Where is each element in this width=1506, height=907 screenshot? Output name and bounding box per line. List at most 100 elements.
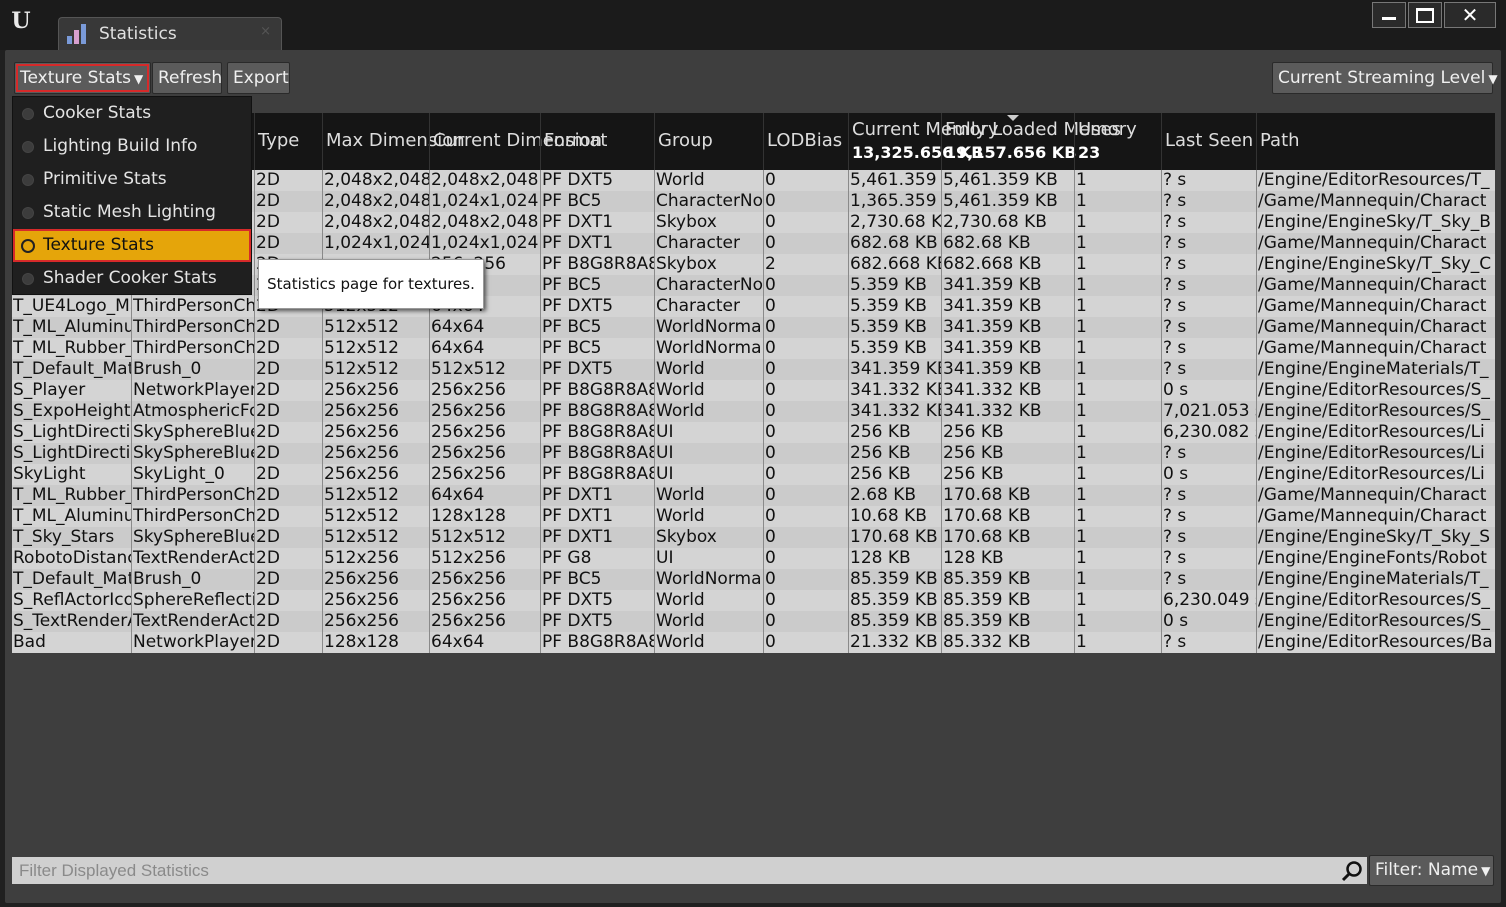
table-row[interactable]: S_TextRenderActorTextRenderActor2D256x25…	[12, 611, 1495, 632]
table-cell: 1,024x1,024	[429, 233, 539, 254]
menu-item[interactable]: Texture Stats	[13, 229, 251, 262]
table-row[interactable]: T_Sky_StarsSkySphereBlueprint2D512x51251…	[12, 527, 1495, 548]
radio-icon	[22, 174, 34, 186]
table-cell: SkySphereBlueprint	[131, 443, 254, 464]
refresh-button[interactable]: Refresh	[152, 62, 222, 94]
table-row[interactable]: SkyLight SkyLight_0 2D 256x256 256x256 PF B8G…	[12, 464, 1495, 485]
column-divider[interactable]	[654, 113, 655, 170]
table-row[interactable]: S_LightDirectionalSkySphereBlueprint2D25…	[12, 443, 1495, 464]
table-cell: /Engine/EditorResources/Li	[1256, 464, 1495, 485]
table-cell: 1,365.359 KB	[848, 191, 941, 212]
column-divider[interactable]	[941, 113, 942, 170]
table-cell: 0	[763, 275, 848, 296]
table-cell: 512x512	[322, 485, 429, 506]
table-cell: /Game/Mannequin/Charact	[1256, 338, 1495, 359]
table-cell: 0	[763, 527, 848, 548]
stats-page-label: Texture Stats	[20, 68, 132, 88]
maximize-button[interactable]	[1408, 2, 1442, 28]
search-icon[interactable]	[1341, 860, 1363, 882]
column-header[interactable]: LODBias	[763, 113, 848, 170]
table-cell: 7,021.053 s	[1161, 401, 1256, 422]
table-row[interactable]: S_LightDirectionalSkySphereBlueprint2D25…	[12, 422, 1495, 443]
column-header[interactable]: Fully Loaded Memory 19,157.656 KB	[941, 113, 1137, 170]
table-cell: UI	[654, 422, 763, 443]
streaming-level-dropdown[interactable]: Current Streaming Level ▼	[1272, 62, 1498, 94]
menu-item[interactable]: Cooker Stats	[13, 97, 251, 130]
menu-item[interactable]: Static Mesh Lighting Info	[13, 196, 251, 255]
column-divider[interactable]	[1256, 113, 1257, 170]
table-cell: ? s	[1161, 191, 1256, 212]
table-row[interactable]: Bad NetworkPlayerStart2D128x12864x64PF B8…	[12, 632, 1495, 653]
close-button[interactable]: ✕	[1444, 2, 1496, 28]
column-divider[interactable]	[1074, 113, 1075, 170]
column-header[interactable]: Max Dimension	[322, 113, 465, 170]
table-cell: 341.332 KB	[848, 401, 941, 422]
table-cell: SkyLight_0	[131, 464, 254, 485]
table-row[interactable]: T_UE4Logo_MaskThirdPersonCharacter2D512x…	[12, 296, 1495, 317]
table-cell: 256x256	[429, 464, 540, 485]
menu-item[interactable]: Shader Cooker Stats	[13, 262, 251, 295]
table-row[interactable]: T_ML_Rubber_ThirdPersonCharacter2D512x51…	[12, 338, 1495, 359]
table-cell: 682.668 KB	[848, 254, 941, 275]
stats-page-dropdown[interactable]: Texture Stats ▼	[14, 62, 151, 94]
column-divider[interactable]	[322, 113, 323, 170]
table-cell: 1	[1074, 380, 1161, 401]
table-cell: SkyLight	[13, 464, 86, 484]
table-cell: 2D	[254, 233, 322, 254]
table-cell: World	[654, 485, 763, 506]
tooltip: Statistics page for textures.	[258, 259, 484, 309]
table-cell: 512x512	[322, 527, 429, 548]
table-row[interactable]: S_PlayerNetworkPlayerStart2D256x256256x2…	[12, 380, 1495, 401]
column-header[interactable]: Last Seen	[1161, 113, 1256, 170]
table-cell: World	[654, 506, 763, 527]
menu-item[interactable]: Lighting Build Info	[13, 130, 251, 163]
column-divider[interactable]	[254, 113, 255, 170]
table-cell: 170.68 KB	[941, 506, 1074, 527]
table-cell: TextRenderActor	[131, 548, 254, 569]
column-divider[interactable]	[848, 113, 849, 170]
column-header[interactable]: Current Memory 13,325.656 KB	[848, 113, 999, 170]
table-cell: PF BC5	[540, 569, 654, 590]
minimize-button[interactable]	[1372, 2, 1406, 28]
table-cell: 0	[763, 422, 848, 443]
tab-close-icon[interactable]: ×	[260, 24, 271, 39]
column-header[interactable]: Type	[254, 113, 322, 170]
table-cell: /Engine/EditorResources/Li	[1256, 422, 1495, 443]
filter-bar	[12, 857, 1367, 884]
filter-mode-dropdown[interactable]: Filter: Name ▼	[1369, 855, 1494, 886]
table-cell: ? s	[1161, 527, 1256, 548]
table-row[interactable]: T_Default_MaterialBrush_02D512x512512x51…	[12, 359, 1495, 380]
column-header-label: Format	[544, 130, 608, 151]
column-header[interactable]: Format	[540, 113, 654, 170]
column-header[interactable]: Group	[654, 113, 763, 170]
table-row[interactable]: S_ReflActorIconSphereReflectionCapture2D…	[12, 590, 1495, 611]
table-cell: 0	[763, 170, 848, 191]
table-cell: 2D	[254, 380, 322, 401]
table-row[interactable]: T_Default_MaterialBrush_02D256x256256x25…	[12, 569, 1495, 590]
table-row[interactable]: S_ExpoHeightFogAtmosphericFog2D256x25625…	[12, 401, 1495, 422]
table-cell: 256x256	[322, 464, 429, 485]
table-row[interactable]: T_ML_AluminumThirdPersonCharacter2D512x5…	[12, 506, 1495, 527]
column-divider[interactable]	[1161, 113, 1162, 170]
table-cell: 1	[1074, 569, 1161, 590]
column-header[interactable]: Uses 23	[1074, 113, 1161, 170]
table-row[interactable]: T_ML_Rubber_ThirdPersonCharacter2D512x51…	[12, 485, 1495, 506]
table-cell: 85.359 KB	[848, 569, 941, 590]
table-cell: 0	[763, 632, 848, 653]
tab-statistics[interactable]: Statistics ×	[58, 17, 282, 50]
column-divider[interactable]	[763, 113, 764, 170]
table-cell: T_ML_Rubber_	[13, 338, 131, 358]
column-divider[interactable]	[429, 113, 430, 170]
table-cell: /Engine/EngineMaterials/T_	[1256, 359, 1495, 380]
column-header[interactable]: Current Dimension	[429, 113, 602, 170]
export-button[interactable]: Export	[227, 62, 290, 94]
table-cell: TextRenderActor	[131, 611, 254, 632]
filter-input[interactable]	[12, 857, 1337, 884]
column-header[interactable]: Path	[1256, 113, 1495, 170]
table-row[interactable]: T_ML_AluminumThirdPersonCharacter2D512x5…	[12, 317, 1495, 338]
menu-item[interactable]: Primitive Stats	[13, 163, 251, 196]
menu-item-label: Primitive Stats	[43, 169, 167, 189]
bar-chart-icon	[67, 24, 89, 44]
column-divider[interactable]	[540, 113, 541, 170]
table-row[interactable]: RobotoDistanceFieldTextRenderActor2D512x…	[12, 548, 1495, 569]
